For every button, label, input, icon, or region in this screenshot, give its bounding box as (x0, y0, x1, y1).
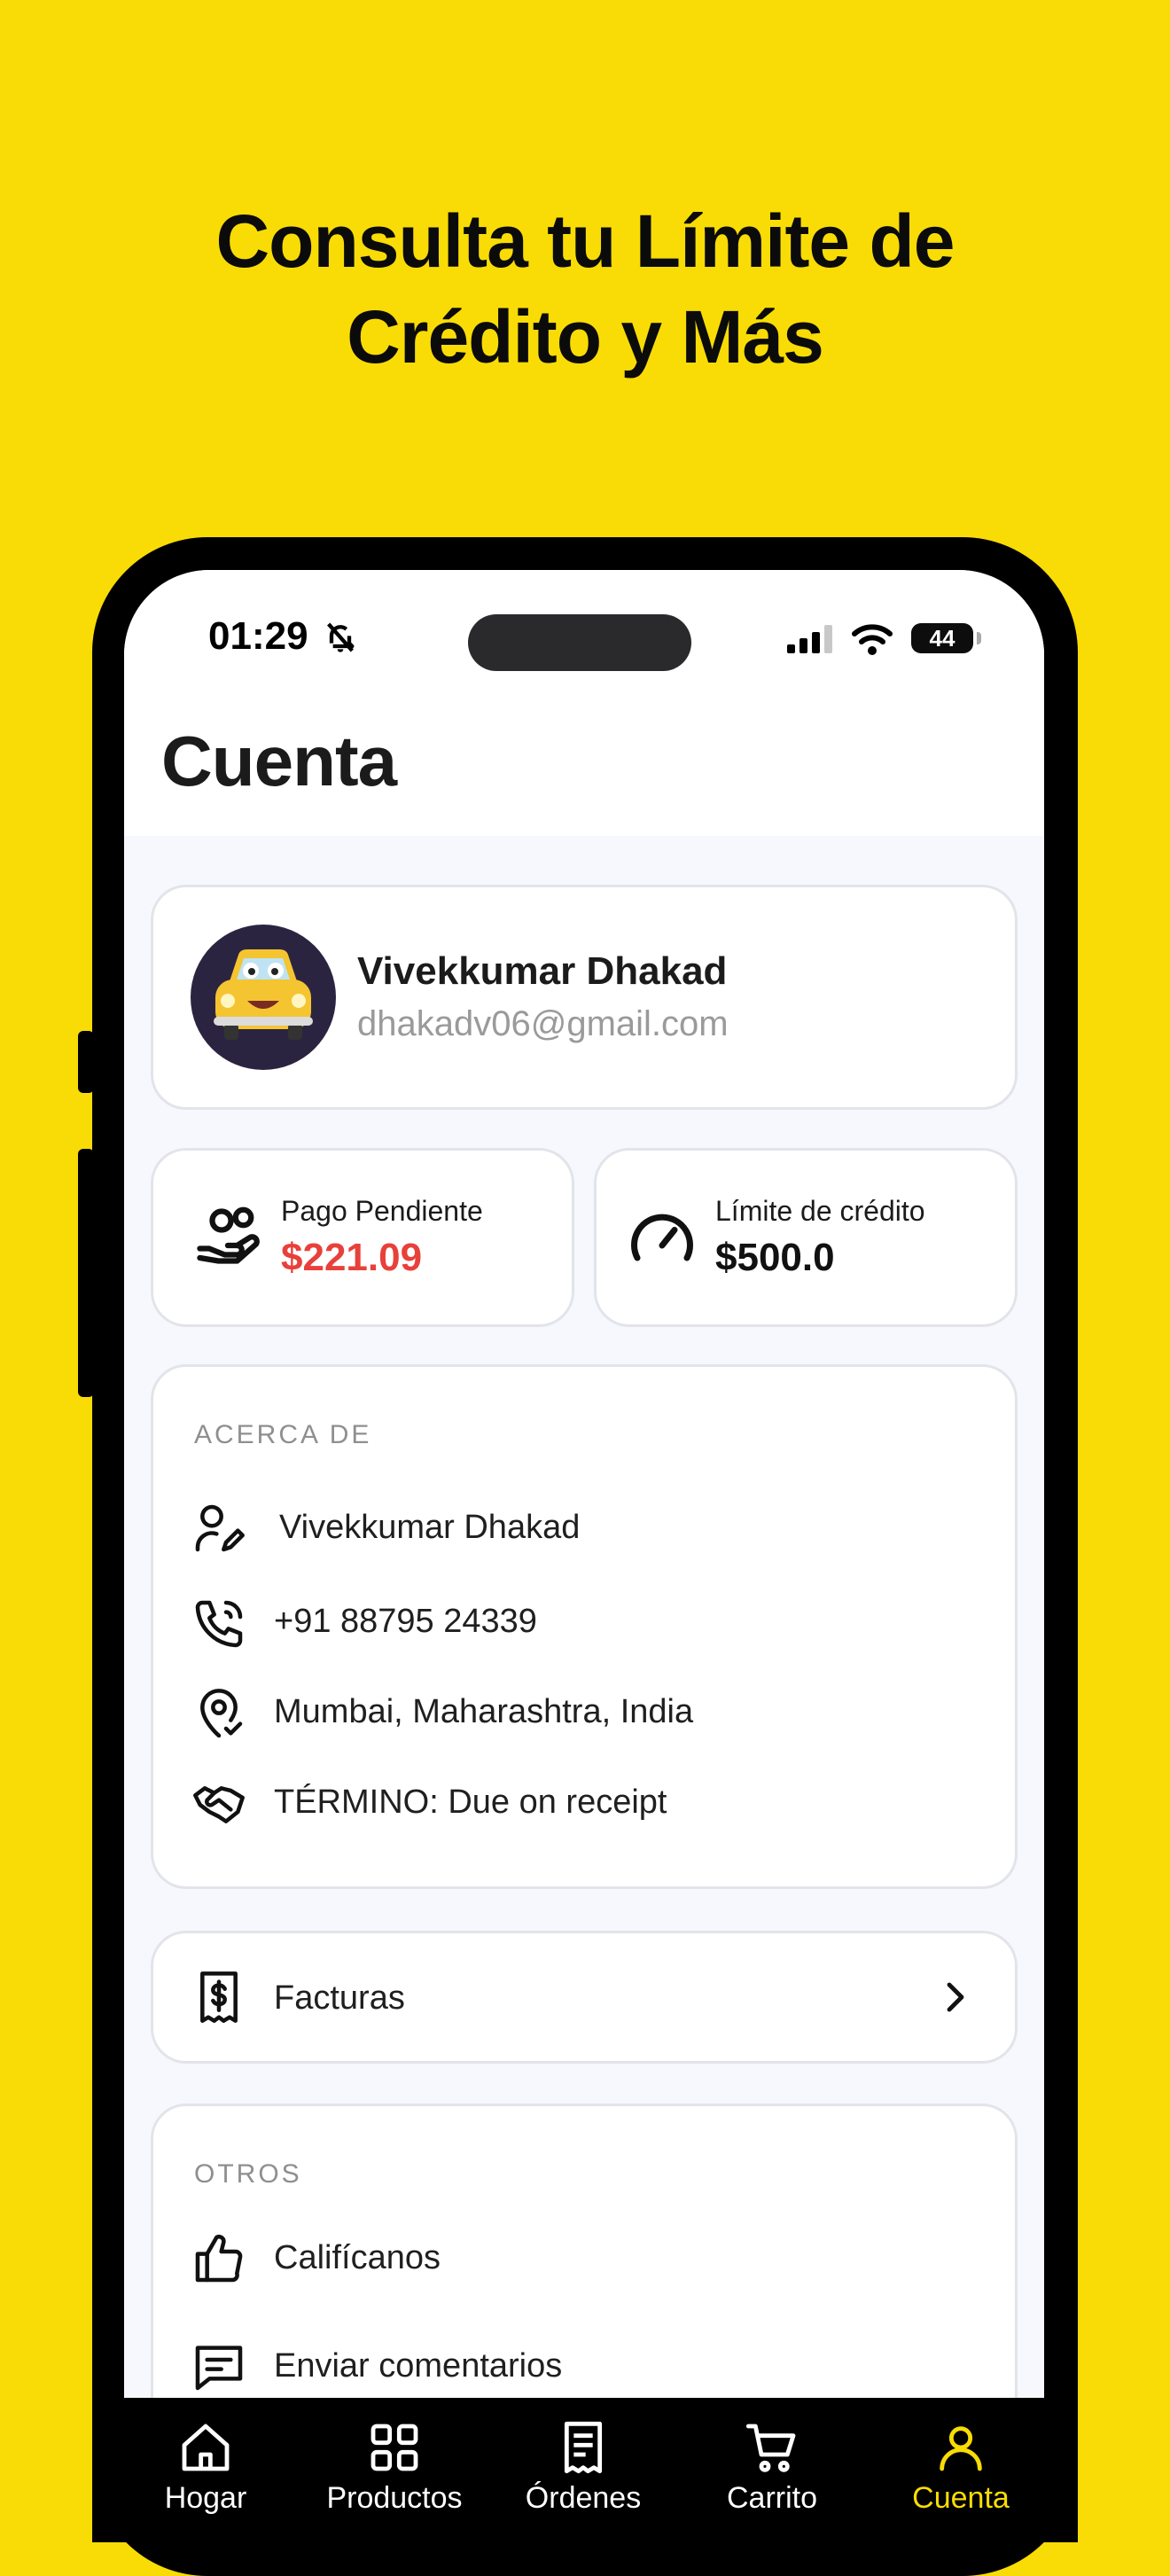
battery-indicator: 44 (911, 623, 973, 653)
pending-payment-card[interactable]: Pago Pendiente $221.09 (151, 1148, 574, 1327)
about-row-phone[interactable]: +91 88795 24339 (274, 1603, 537, 1641)
about-row-term: TÉRMINO: Due on receipt (274, 1784, 667, 1821)
home-icon (182, 2424, 230, 2471)
tab-account-label: Cuenta (912, 2481, 1010, 2515)
pending-payment-value: $221.09 (281, 1236, 423, 1279)
hand-coins-icon (197, 1206, 260, 1264)
pending-payment-label: Pago Pendiente (281, 1195, 483, 1227)
cart-icon (745, 2424, 796, 2472)
receipt-icon (564, 2421, 603, 2474)
status-time: 01:29 (208, 614, 308, 658)
invoices-label: Facturas (274, 1979, 405, 2017)
credit-limit-value: $500.0 (715, 1236, 835, 1279)
tab-orders[interactable]: Órdenes (495, 2419, 672, 2516)
car-avatar-icon (214, 949, 313, 1040)
user-icon (940, 2426, 982, 2471)
tab-home[interactable]: Hogar (117, 2419, 294, 2516)
phone-icon[interactable] (191, 1596, 247, 1652)
rate-us-item[interactable]: Califícanos (153, 2230, 1015, 2328)
tab-products-label: Productos (326, 2481, 463, 2515)
page-title: Cuenta (161, 722, 397, 800)
grid-icon (370, 2424, 418, 2471)
chevron-right-icon (947, 1982, 964, 2012)
location-icon (200, 1689, 243, 1738)
invoices-row[interactable]: Facturas (151, 1931, 1018, 2064)
about-row-name: Vivekkumar Dhakad (279, 1509, 581, 1546)
invoice-icon (200, 1971, 238, 2023)
about-section-title: ACERCA DE (194, 1420, 372, 1449)
signal-icon (787, 625, 832, 653)
others-section-title: OTROS (194, 2159, 302, 2189)
tab-home-label: Hogar (164, 2481, 247, 2515)
tab-cart[interactable]: Carrito (683, 2419, 861, 2516)
user-edit-icon (195, 1504, 245, 1552)
tab-products[interactable]: Productos (306, 2419, 483, 2516)
dynamic-island (468, 614, 691, 671)
tab-account[interactable]: Cuenta (872, 2419, 1049, 2516)
wifi-icon (852, 624, 893, 655)
tab-cart-label: Carrito (726, 2481, 818, 2515)
phone-mute-button (78, 1031, 94, 1093)
top-bar: 01:29 44 Cuenta (124, 570, 1044, 836)
battery-cap (977, 632, 981, 644)
credit-limit-label: Límite de crédito (715, 1195, 925, 1227)
bottom-tab-bar: Hogar Productos Órdenes Carrito Cuenta (92, 2398, 1078, 2542)
phone-screen: 01:29 44 Cuenta Vivekkumar Dhakad dhakad… (124, 570, 1044, 2542)
speedometer-icon (631, 1214, 693, 1261)
send-feedback-label: Enviar comentarios (274, 2347, 563, 2385)
about-card: ACERCA DE Vivekkumar Dhakad +91 88795 24… (151, 1364, 1018, 1889)
profile-card[interactable]: Vivekkumar Dhakad dhakadv06@gmail.com (151, 885, 1018, 1110)
promo-headline: Consulta tu Límite de Crédito y Más (0, 193, 1170, 385)
profile-name: Vivekkumar Dhakad (357, 949, 728, 993)
handshake-icon (193, 1786, 245, 1823)
thumbs-up-icon (195, 2235, 243, 2283)
feedback-icon (195, 2346, 243, 2391)
bell-muted-icon (327, 622, 355, 652)
credit-limit-card[interactable]: Límite de crédito $500.0 (594, 1148, 1018, 1327)
avatar (191, 925, 336, 1070)
promo-headline-line1: Consulta tu Límite de (215, 199, 955, 283)
profile-email: dhakadv06@gmail.com (357, 1004, 729, 1043)
phone-volume-button (78, 1149, 94, 1397)
tab-orders-label: Órdenes (525, 2481, 642, 2515)
promo-headline-line2: Crédito y Más (347, 295, 824, 379)
rate-us-label: Califícanos (274, 2239, 441, 2276)
about-row-location: Mumbai, Maharashtra, India (274, 1693, 694, 1730)
